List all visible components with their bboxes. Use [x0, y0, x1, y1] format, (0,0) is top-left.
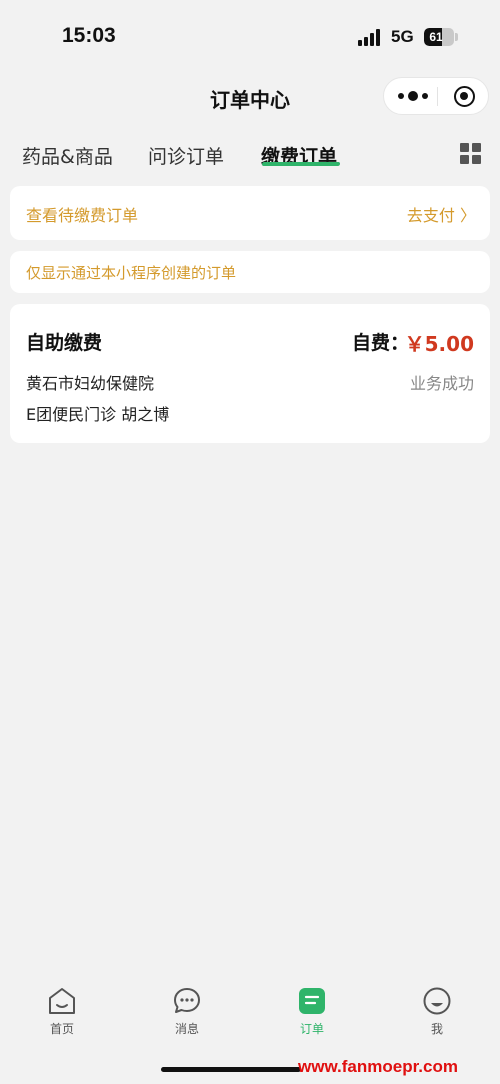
- price-value: ￥5.00: [404, 332, 474, 356]
- go-pay-link[interactable]: 去支付 〉: [407, 202, 476, 226]
- battery-icon: 61: [424, 28, 454, 46]
- message-icon: [174, 988, 200, 1013]
- close-miniprogram-icon[interactable]: [454, 86, 475, 107]
- profile-icon: [423, 987, 451, 1015]
- tabbar-profile-label: 我: [430, 1022, 443, 1036]
- order-status: 业务成功: [409, 374, 474, 393]
- pending-orders-card[interactable]: 查看待缴费订单 去支付 〉: [10, 186, 490, 240]
- tabbar-home[interactable]: 首页: [22, 986, 102, 1046]
- home-icon: [49, 988, 75, 1014]
- network-label: 5G: [391, 27, 414, 46]
- tabbar-messages-label: 消息: [174, 1022, 199, 1036]
- status-bar: 15:03 5G 61: [0, 0, 500, 72]
- notice-banner: 仅显示通过本小程序创建的订单: [10, 251, 490, 293]
- watermark: www.fanmoepr.com: [298, 1057, 458, 1076]
- more-icon[interactable]: [398, 86, 428, 106]
- battery-level: 61: [429, 30, 443, 44]
- tabbar-orders-label: 订单: [299, 1022, 324, 1036]
- tabbar-home-label: 首页: [49, 1022, 74, 1036]
- order-icon: [299, 988, 325, 1014]
- home-indicator: [161, 1067, 301, 1072]
- notice-text: 仅显示通过本小程序创建的订单: [26, 264, 237, 282]
- tab-consultation[interactable]: 问诊订单: [148, 142, 224, 169]
- capsule-divider: [437, 87, 438, 106]
- miniprogram-capsule: [383, 77, 489, 115]
- order-tabs: 药品&商品 问诊订单 缴费订单: [0, 138, 500, 178]
- pending-orders-label: 查看待缴费订单: [26, 206, 139, 225]
- status-time: 15:03: [62, 24, 116, 47]
- price-label: 自费：: [352, 332, 410, 354]
- tabbar-orders[interactable]: 订单: [272, 986, 352, 1046]
- order-card[interactable]: 自助缴费 自费： ￥5.00 黄石市妇幼保健院 业务成功 E团便民门诊 胡之博: [10, 304, 490, 443]
- grid-icon[interactable]: [460, 143, 482, 165]
- order-title: 自助缴费: [26, 332, 103, 354]
- tab-goods[interactable]: 药品&商品: [22, 142, 113, 169]
- signal-icon: [358, 28, 384, 46]
- active-tab-indicator: [261, 162, 341, 166]
- battery-tip: [455, 33, 458, 41]
- tabbar-messages[interactable]: 消息: [147, 986, 227, 1046]
- clinic-doctor: E团便民门诊 胡之博: [26, 405, 170, 424]
- tabbar-profile[interactable]: 我: [397, 986, 477, 1046]
- hospital-name: 黄石市妇幼保健院: [26, 374, 155, 393]
